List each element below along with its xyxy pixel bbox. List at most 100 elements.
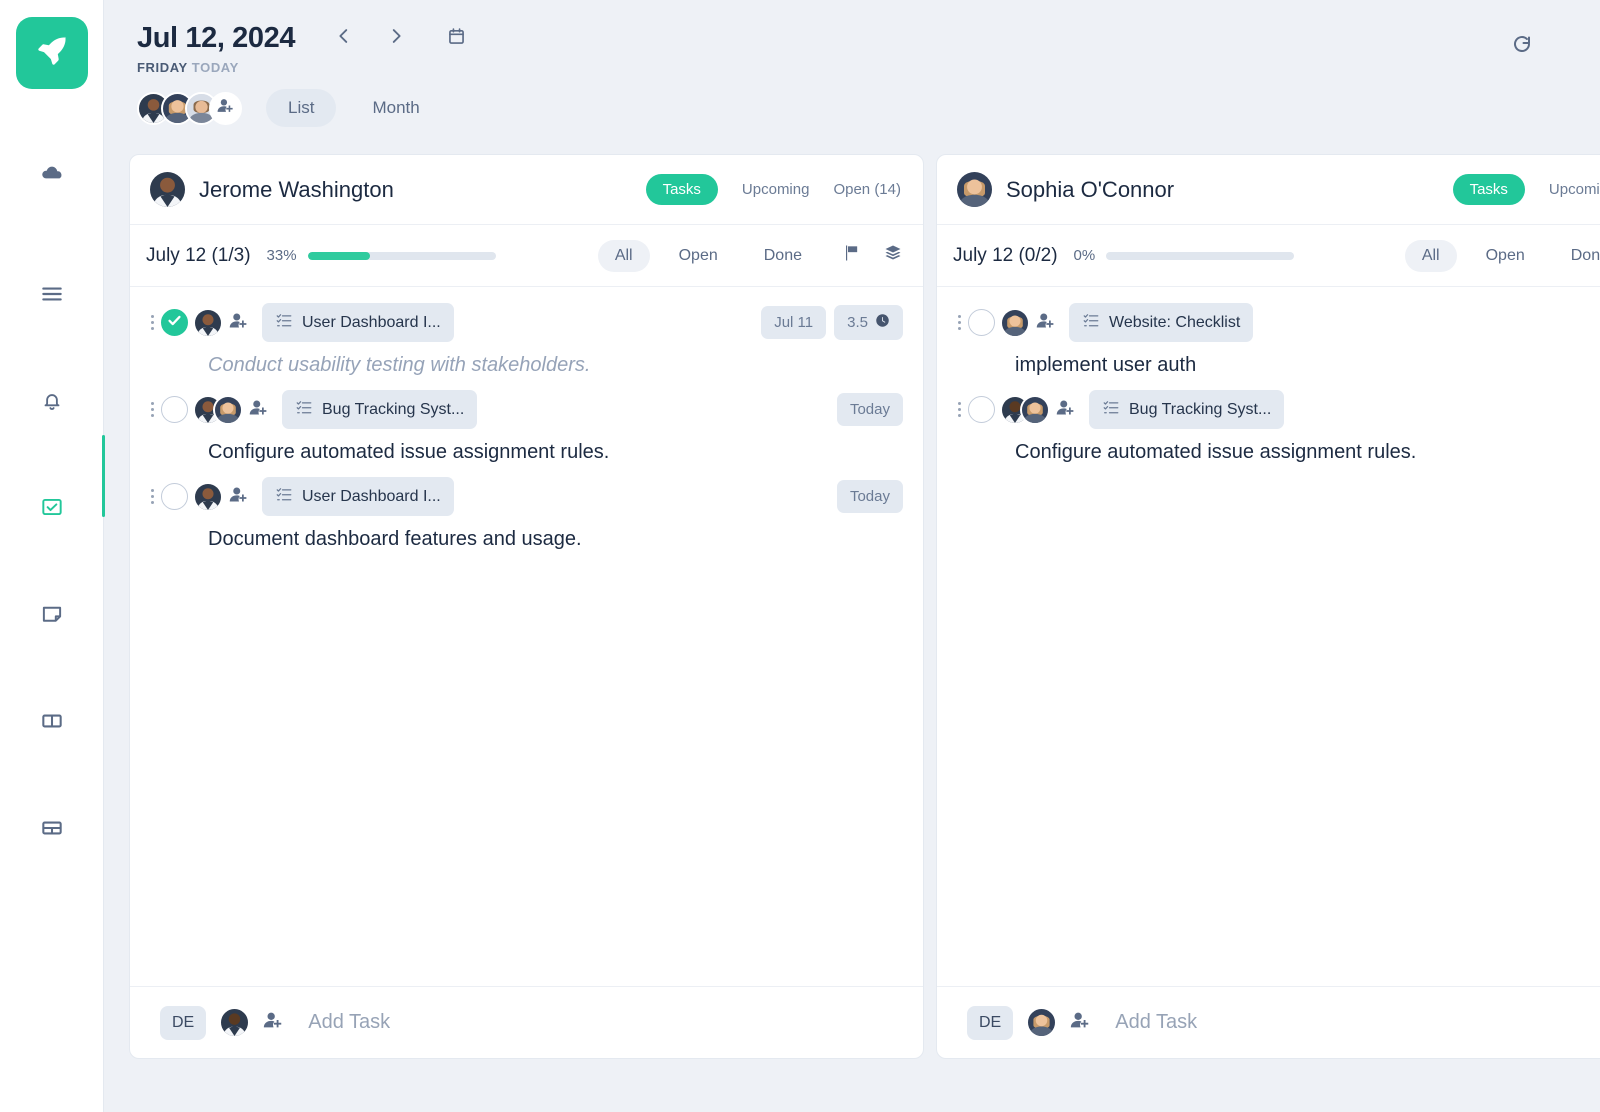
sidebar-item-notes[interactable] [0, 588, 104, 644]
top-bar: Jul 12, 2024 FRIDAY TODAY List Month [104, 0, 1600, 127]
avatar[interactable] [1000, 307, 1030, 338]
add-assignee-button[interactable] [260, 1010, 286, 1036]
drag-handle[interactable] [953, 402, 965, 417]
task-project-tag[interactable]: User Dashboard I... [262, 477, 454, 516]
filter-done[interactable]: Done [1554, 240, 1600, 272]
drag-handle[interactable] [146, 402, 158, 417]
view-tab-month[interactable]: Month [350, 89, 441, 127]
task-date-badge[interactable]: Today [836, 480, 903, 513]
footer-assignees[interactable] [1026, 1007, 1093, 1038]
task-time-badge[interactable]: 3.5 [834, 305, 903, 340]
sidebar-item-menu[interactable] [0, 268, 104, 324]
avatar[interactable] [1026, 1007, 1058, 1038]
due-chip[interactable]: DE [160, 1005, 207, 1040]
task-description[interactable]: implement user auth [1015, 353, 1600, 378]
add-task-input[interactable]: Add Task [1115, 1011, 1197, 1034]
tab-upcoming[interactable]: Upcoming [1549, 181, 1600, 198]
task-item[interactable]: User Dashboard I... Jul 11 3.5 Conduct u… [146, 303, 903, 378]
avatar[interactable] [219, 1007, 251, 1038]
task-item[interactable]: Bug Tracking Syst... Configure automated… [953, 390, 1600, 465]
tab-open-count[interactable]: Open (14) [833, 181, 901, 198]
table-icon [39, 815, 65, 846]
footer-assignees[interactable] [219, 1007, 286, 1038]
add-assignee-button[interactable] [1052, 397, 1078, 423]
tab-tasks[interactable]: Tasks [645, 174, 718, 205]
add-assignee-button[interactable] [1032, 310, 1058, 336]
add-person-icon [262, 1009, 284, 1036]
task-description[interactable]: Configure automated issue assignment rul… [208, 440, 903, 465]
today-label: TODAY [191, 60, 239, 75]
task-item[interactable]: Bug Tracking Syst... Today Configure aut… [146, 390, 903, 465]
add-assignee-button[interactable] [1067, 1010, 1093, 1036]
filter-open[interactable]: Open [1469, 240, 1542, 272]
prev-day-button[interactable] [329, 24, 359, 54]
task-checkbox[interactable] [161, 483, 188, 510]
task-project-label: User Dashboard I... [302, 313, 441, 331]
sidebar-item-board[interactable] [0, 695, 104, 751]
filter-all[interactable]: All [1404, 239, 1457, 272]
sidebar-item-notifications[interactable] [0, 375, 104, 431]
filter-done[interactable]: Done [747, 240, 819, 272]
task-badges: Today [836, 393, 903, 426]
task-assignees[interactable] [193, 307, 251, 338]
task-checkbox[interactable] [968, 396, 995, 423]
avatar[interactable] [957, 172, 992, 207]
add-assignee-button[interactable] [225, 484, 251, 510]
tab-tasks[interactable]: Tasks [1452, 174, 1525, 205]
tab-upcoming[interactable]: Upcoming [742, 181, 810, 198]
next-day-button[interactable] [381, 24, 411, 54]
task-assignees[interactable] [1000, 394, 1078, 425]
app-logo-button[interactable] [15, 17, 88, 89]
task-project-tag[interactable]: Website: Checklist [1069, 303, 1254, 342]
flag-filter-button[interactable] [841, 243, 861, 268]
avatar[interactable] [193, 481, 223, 512]
task-checkbox-checked[interactable] [161, 309, 188, 336]
due-chip[interactable]: DE [967, 1005, 1014, 1040]
task-date-badge[interactable]: Today [836, 393, 903, 426]
task-assignees[interactable] [193, 481, 251, 512]
add-assignee-button[interactable] [225, 310, 251, 336]
checklist-icon [275, 311, 302, 334]
progress-bar [1106, 251, 1295, 260]
task-description[interactable]: Conduct usability testing with stakehold… [208, 353, 903, 378]
avatar[interactable] [193, 307, 223, 338]
user-card-sophia: Sophia O'Connor Tasks Upcoming Open (14)… [936, 154, 1600, 1059]
add-person-button[interactable] [209, 91, 242, 125]
task-list: User Dashboard I... Jul 11 3.5 Conduct u… [130, 287, 923, 986]
filter-all[interactable]: All [597, 239, 650, 272]
task-checkbox[interactable] [161, 396, 188, 423]
task-description[interactable]: Configure automated issue assignment rul… [1015, 440, 1600, 465]
filter-open[interactable]: Open [662, 240, 735, 272]
task-description[interactable]: Document dashboard features and usage. [208, 527, 903, 552]
progress-percent-label: 0% [1073, 247, 1096, 264]
task-project-tag[interactable]: Bug Tracking Syst... [1089, 390, 1285, 429]
task-item[interactable]: Website: Checklist implement user auth [953, 303, 1600, 378]
view-tab-list[interactable]: List [266, 89, 337, 127]
team-avatar-stack[interactable] [137, 91, 242, 125]
task-project-tag[interactable]: User Dashboard I... [262, 303, 454, 342]
layers-button[interactable] [883, 243, 903, 268]
menu-icon [39, 281, 65, 312]
refresh-button[interactable] [1507, 32, 1537, 62]
add-task-input[interactable]: Add Task [308, 1011, 390, 1034]
task-item[interactable]: User Dashboard I... Today Document dashb… [146, 477, 903, 552]
calendar-picker-button[interactable] [441, 24, 471, 54]
avatar[interactable] [1020, 394, 1050, 425]
task-assignees[interactable] [1000, 307, 1058, 338]
avatar[interactable] [150, 172, 185, 207]
columns-icon [39, 708, 65, 739]
sidebar-item-table[interactable] [0, 802, 104, 858]
task-project-tag[interactable]: Bug Tracking Syst... [282, 390, 478, 429]
sidebar-item-tasks[interactable] [0, 481, 104, 537]
drag-handle[interactable] [146, 489, 158, 504]
task-assignees[interactable] [193, 394, 271, 425]
sidebar-item-cloud[interactable] [0, 148, 104, 204]
task-date-badge[interactable]: Jul 11 [761, 306, 827, 339]
avatar[interactable] [213, 394, 243, 425]
drag-handle[interactable] [146, 315, 158, 330]
drag-handle[interactable] [953, 315, 965, 330]
add-assignee-button[interactable] [245, 397, 271, 423]
task-date-label: Today [849, 401, 890, 418]
clock-icon [868, 313, 890, 332]
task-checkbox[interactable] [968, 309, 995, 336]
